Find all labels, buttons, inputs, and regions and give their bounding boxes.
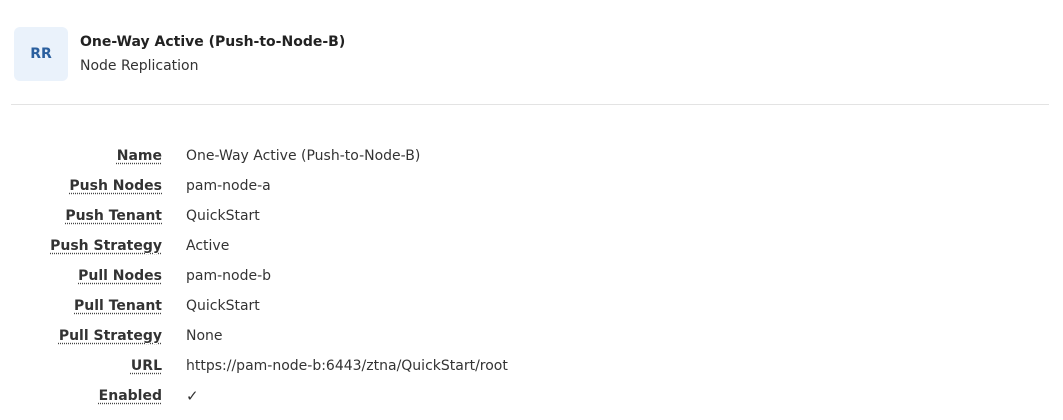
detail-row-url: URL https://pam-node-b:6443/ztna/QuickSt… xyxy=(0,351,508,381)
avatar: RR xyxy=(14,27,68,81)
field-value-push-nodes: pam-node-a xyxy=(186,178,271,194)
field-label-push-tenant[interactable]: Push Tenant xyxy=(0,208,162,224)
field-value-url: https://pam-node-b:6443/ztna/QuickStart/… xyxy=(186,358,508,374)
detail-row-name: Name One-Way Active (Push-to-Node-B) xyxy=(0,141,508,171)
detail-row-pull-tenant: Pull Tenant QuickStart xyxy=(0,291,508,321)
detail-row-push-nodes: Push Nodes pam-node-a xyxy=(0,171,508,201)
detail-row-enabled: Enabled ✓ xyxy=(0,381,508,411)
detail-row-push-strategy: Push Strategy Active xyxy=(0,231,508,261)
field-label-push-strategy[interactable]: Push Strategy xyxy=(0,238,162,254)
field-label-push-nodes[interactable]: Push Nodes xyxy=(0,178,162,194)
field-value-pull-nodes: pam-node-b xyxy=(186,268,272,284)
field-value-pull-tenant: QuickStart xyxy=(186,298,260,314)
field-label-enabled[interactable]: Enabled xyxy=(0,388,162,404)
field-value-pull-strategy: None xyxy=(186,328,223,344)
details-list: Name One-Way Active (Push-to-Node-B) Pus… xyxy=(0,141,508,411)
field-value-push-tenant: QuickStart xyxy=(186,208,260,224)
record-header: RR One-Way Active (Push-to-Node-B) Node … xyxy=(14,27,345,81)
field-label-pull-tenant[interactable]: Pull Tenant xyxy=(0,298,162,314)
checkmark-icon: ✓ xyxy=(186,387,199,405)
page-title: One-Way Active (Push-to-Node-B) xyxy=(80,34,346,50)
field-label-url[interactable]: URL xyxy=(0,358,162,374)
detail-row-push-tenant: Push Tenant QuickStart xyxy=(0,201,508,231)
field-label-name[interactable]: Name xyxy=(0,148,162,164)
detail-row-pull-strategy: Pull Strategy None xyxy=(0,321,508,351)
page-subtitle: Node Replication xyxy=(80,58,199,74)
field-label-pull-nodes[interactable]: Pull Nodes xyxy=(0,268,162,284)
field-value-name: One-Way Active (Push-to-Node-B) xyxy=(186,148,421,164)
detail-row-pull-nodes: Pull Nodes pam-node-b xyxy=(0,261,508,291)
page: RR One-Way Active (Push-to-Node-B) Node … xyxy=(0,0,1063,420)
field-label-pull-strategy[interactable]: Pull Strategy xyxy=(0,328,162,344)
header-text: One-Way Active (Push-to-Node-B) Node Rep… xyxy=(80,33,345,75)
header-divider xyxy=(11,104,1049,105)
field-value-push-strategy: Active xyxy=(186,238,230,254)
